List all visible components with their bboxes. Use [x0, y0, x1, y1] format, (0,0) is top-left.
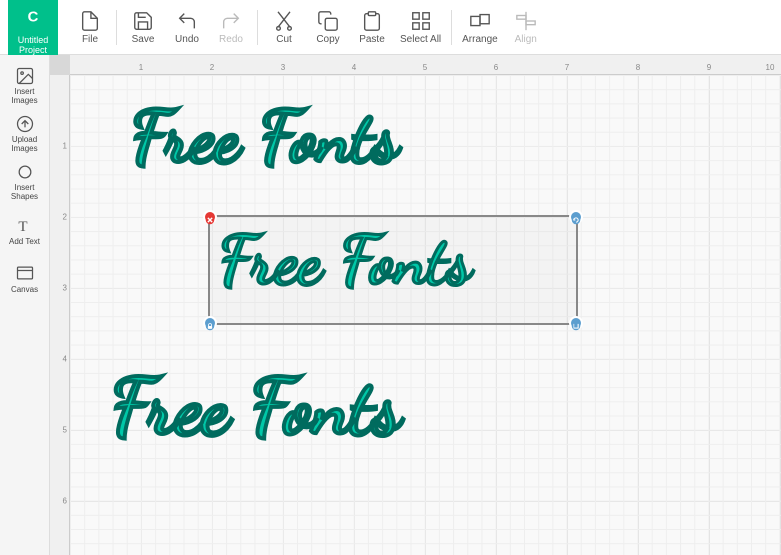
paste-label: Paste [359, 34, 385, 45]
sidebar-item-insert-images[interactable]: InsertImages [2, 63, 48, 109]
rotate-icon [571, 215, 581, 225]
ruler-h-9: 9 [707, 63, 711, 72]
sidebar-item-canvas[interactable]: Canvas [2, 255, 48, 301]
cricut-logo-icon: C [15, 0, 51, 33]
arrange-label: Arrange [462, 34, 498, 45]
canvas-area[interactable]: 1 2 3 4 5 6 7 8 9 10 1 2 3 4 5 6 Free Fo… [50, 55, 781, 555]
scale-icon [571, 321, 581, 331]
ruler-h-7: 7 [565, 63, 569, 72]
undo-icon [176, 10, 198, 32]
insert-shapes-label: InsertShapes [11, 184, 38, 202]
canvas-text-1[interactable]: Free Fonts [130, 95, 398, 181]
cut-label: Cut [276, 34, 292, 45]
insert-images-label: InsertImages [11, 88, 37, 106]
upload-images-icon [15, 114, 35, 134]
arrange-button[interactable]: Arrange [456, 2, 504, 52]
insert-images-icon [15, 66, 35, 86]
arrange-icon [469, 10, 491, 32]
redo-icon [220, 10, 242, 32]
ruler-top: 1 2 3 4 5 6 7 8 9 10 [70, 55, 781, 75]
ruler-h-1: 1 [139, 63, 143, 72]
sidebar-item-add-text[interactable]: T Add Text [2, 207, 48, 253]
align-button[interactable]: Align [504, 2, 548, 52]
insert-shapes-icon [15, 162, 35, 182]
topbar: C Untitled Project File Save [0, 0, 781, 55]
separator2 [257, 10, 258, 45]
ruler-v-5: 5 [63, 426, 67, 435]
logo-area: C Untitled Project [8, 0, 58, 55]
ruler-v-4: 4 [63, 355, 67, 364]
svg-text:T: T [18, 218, 27, 234]
redo-label: Redo [219, 34, 243, 45]
ruler-h-5: 5 [423, 63, 427, 72]
ruler-h-3: 3 [281, 63, 285, 72]
canvas-icon [15, 263, 35, 283]
handle-lock[interactable] [203, 316, 217, 330]
separator [116, 10, 117, 45]
undo-label: Undo [175, 34, 199, 45]
svg-text:C: C [28, 9, 39, 25]
canvas-label: Canvas [11, 285, 38, 294]
paste-icon [361, 10, 383, 32]
select-all-label: Select All [400, 34, 441, 45]
save-icon [132, 10, 154, 32]
copy-label: Copy [316, 34, 339, 45]
ruler-v-2: 2 [63, 213, 67, 222]
copy-icon [317, 10, 339, 32]
cut-icon [273, 10, 295, 32]
save-button[interactable]: Save [121, 2, 165, 52]
ruler-v-1: 1 [63, 142, 67, 151]
ruler-h-2: 2 [210, 63, 214, 72]
separator3 [451, 10, 452, 45]
grid: Free Fonts [70, 75, 781, 555]
upload-images-label: UploadImages [11, 136, 37, 154]
ruler-v-6: 6 [63, 497, 67, 506]
sidebar: InsertImages UploadImages InsertShapes T… [0, 55, 50, 555]
handle-close[interactable] [203, 210, 217, 224]
copy-button[interactable]: Copy [306, 2, 350, 52]
canvas-text-3[interactable]: Free Fonts [110, 360, 401, 454]
close-icon [205, 215, 215, 225]
file-icon [79, 10, 101, 32]
ruler-h-10: 10 [766, 63, 775, 72]
lock-icon [205, 321, 215, 331]
file-button[interactable]: File [68, 2, 112, 52]
undo-button[interactable]: Undo [165, 2, 209, 52]
ruler-v-3: 3 [63, 284, 67, 293]
ruler-h-8: 8 [636, 63, 640, 72]
handle-scale[interactable] [569, 316, 583, 330]
project-name-label: Untitled Project [8, 35, 58, 55]
sidebar-item-upload-images[interactable]: UploadImages [2, 111, 48, 157]
align-label: Align [515, 34, 537, 45]
select-all-icon [410, 10, 432, 32]
handle-rotate[interactable] [569, 210, 583, 224]
redo-button[interactable]: Redo [209, 2, 253, 52]
canvas-text-2[interactable]: Free Fonts [218, 220, 471, 302]
ruler-left: 1 2 3 4 5 6 [50, 75, 70, 555]
ruler-h-6: 6 [494, 63, 498, 72]
file-label: File [82, 34, 98, 45]
paste-button[interactable]: Paste [350, 2, 394, 52]
save-label: Save [132, 34, 155, 45]
align-icon [515, 10, 537, 32]
toolbar: File Save Undo Redo [58, 2, 773, 52]
sidebar-item-insert-shapes[interactable]: InsertShapes [2, 159, 48, 205]
select-all-button[interactable]: Select All [394, 2, 447, 52]
add-text-icon: T [15, 215, 35, 235]
add-text-label: Add Text [9, 237, 40, 246]
cut-button[interactable]: Cut [262, 2, 306, 52]
ruler-h-4: 4 [352, 63, 356, 72]
